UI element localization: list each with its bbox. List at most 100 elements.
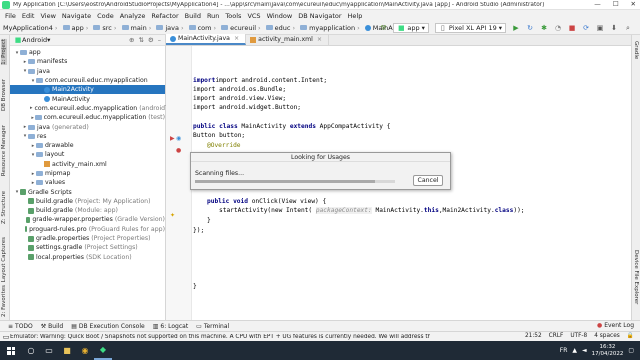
menu-vcs[interactable]: VCS <box>244 12 263 20</box>
breadcrumb-main[interactable]: main › <box>121 24 154 32</box>
gear-icon[interactable]: ⚙ <box>148 36 154 44</box>
cancel-button[interactable]: Cancel <box>413 175 443 186</box>
tree-item[interactable]: ▾ layout <box>10 150 165 159</box>
stop-icon[interactable]: ■ <box>568 24 576 32</box>
tab-activity-main-xml[interactable]: activity_main.xml × <box>246 34 330 45</box>
favorites-tool-button[interactable]: 2: Favorites <box>1 285 7 317</box>
search-icon[interactable]: ○ <box>22 341 40 360</box>
debug-icon[interactable]: ✱ <box>540 24 548 32</box>
tree-item[interactable]: ▸ manifests <box>10 57 165 66</box>
menu-file[interactable]: File <box>2 12 19 20</box>
breadcrumb-project[interactable]: MyApplication4 › <box>3 24 60 32</box>
resource-manager-tool-button[interactable]: Resource Manager <box>1 125 7 176</box>
android-studio-taskbar-icon[interactable]: ◆ <box>94 341 112 360</box>
search-icon[interactable]: ⌕ <box>624 24 632 32</box>
structure-tool-button[interactable]: Z: Structure <box>1 191 7 224</box>
menu-analyze[interactable]: Analyze <box>117 12 149 20</box>
menu-navigate[interactable]: Navigate <box>59 12 94 20</box>
chrome-icon[interactable]: ◉ <box>76 341 94 360</box>
tree-item[interactable]: ▾ com.ecureuil.educ.myapplication <box>10 76 165 85</box>
device-file-explorer-tool-button[interactable]: Device File Explorer <box>633 250 639 304</box>
tree-item[interactable]: ▸ drawable <box>10 141 165 150</box>
menu-code[interactable]: Code <box>94 12 117 20</box>
hide-icon[interactable]: – <box>158 36 161 44</box>
breadcrumb-src[interactable]: src › <box>93 24 118 32</box>
menu-build[interactable]: Build <box>182 12 204 20</box>
task-view-icon[interactable]: ▭ <box>40 341 58 360</box>
target-icon[interactable]: ⊕ <box>129 36 134 44</box>
gradle-tool-button[interactable]: Gradle <box>633 41 639 59</box>
menu-help[interactable]: Help <box>345 12 366 20</box>
apply-changes-icon[interactable]: ↻ <box>526 24 534 32</box>
db-browser-tool-button[interactable]: DB Browser <box>1 79 7 111</box>
tree-item[interactable]: settings.gradle (Project Settings) <box>10 243 165 252</box>
run-config-select[interactable]: ■ app ▾ <box>393 23 429 33</box>
logcat-tool-button[interactable]: ▥ 6: Logcat <box>153 323 188 330</box>
breadcrumb-ecureuil[interactable]: ecureuil › <box>221 24 263 32</box>
status-message[interactable]: Emulator: Warning: Quick Boot / Snapshot… <box>10 334 430 340</box>
sdk-manager-icon[interactable]: ⬇ <box>610 24 618 32</box>
project-view-selector[interactable]: ■ Android ▾ ⊕ ⇅ ⚙ – <box>10 35 165 46</box>
tree-item[interactable]: ▾ java <box>10 67 165 76</box>
file-explorer-icon[interactable]: ■ <box>58 341 76 360</box>
language-indicator[interactable]: FR <box>560 347 568 354</box>
sync-icon[interactable]: ⟳ <box>582 24 590 32</box>
menu-refactor[interactable]: Refactor <box>148 12 181 20</box>
tree-item[interactable]: ▾ res <box>10 132 165 141</box>
menu-tools[interactable]: Tools <box>222 12 244 20</box>
file-encoding[interactable]: UTF-8 <box>570 333 587 339</box>
bulb-gutter-icon[interactable]: ✦ <box>170 212 175 219</box>
caret-position[interactable]: 21:52 <box>525 333 542 339</box>
tree-item[interactable]: build.gradle (Project: My Application) <box>10 197 165 206</box>
close-tab-icon[interactable]: × <box>317 36 322 43</box>
tree-item[interactable]: proguard-rules.pro (ProGuard Rules for ap… <box>10 225 165 234</box>
line-separator[interactable]: CRLF <box>549 333 564 339</box>
clock[interactable]: 16:32 17/04/2022 <box>592 344 624 358</box>
tree-item[interactable]: Main2Activity <box>10 85 165 95</box>
tree-item[interactable]: activity_main.xml <box>10 160 165 169</box>
tree-item[interactable]: ▸ values <box>10 178 165 187</box>
tree-item[interactable]: build.gradle (Module: app) <box>10 206 165 215</box>
layout-captures-tool-button[interactable]: Layout Captures <box>1 237 7 282</box>
indent-setting[interactable]: 4 spaces <box>594 333 620 339</box>
run-icon[interactable]: ▶ <box>512 24 520 32</box>
menu-run[interactable]: Run <box>204 12 222 20</box>
menu-view[interactable]: View <box>37 12 58 20</box>
network-icon[interactable]: ▲ <box>572 347 577 354</box>
breadcrumb-app[interactable]: app › <box>62 24 91 32</box>
tree-item[interactable]: ▸ mipmap <box>10 169 165 178</box>
tree-item[interactable]: local.properties (SDK Location) <box>10 253 165 262</box>
tree-item[interactable]: gradle.properties (Project Properties) <box>10 234 165 243</box>
start-button[interactable] <box>0 341 22 360</box>
tree-item[interactable]: ▾ app <box>10 48 165 57</box>
tree-item[interactable]: gradle-wrapper.properties (Gradle Version… <box>10 215 165 224</box>
menu-db-navigator[interactable]: DB Navigator <box>295 12 344 20</box>
minimize-button[interactable]: — <box>594 0 601 8</box>
tree-item[interactable]: MainActivity <box>10 94 165 103</box>
device-select[interactable]: ▯ Pixel XL API 19 ▾ <box>434 23 506 33</box>
terminal-tool-button[interactable]: ▭ Terminal <box>196 323 229 330</box>
breadcrumb-educ[interactable]: educ › <box>265 24 297 32</box>
tree-item[interactable]: ▸ com.ecureuil.educ.myapplication (test) <box>10 113 165 122</box>
status-toggle-icon[interactable]: ▭ <box>2 333 10 341</box>
hammer-icon[interactable]: ⚒ <box>379 24 387 32</box>
tab-mainactivity-java[interactable]: MainActivity.java × <box>166 34 247 45</box>
event-log-button[interactable]: ● Event Log <box>597 322 634 329</box>
volume-icon[interactable]: ◄ <box>582 347 587 354</box>
close-button[interactable]: ✕ <box>631 0 636 8</box>
todo-tool-button[interactable]: ≡ TODO <box>8 323 33 330</box>
breadcrumb-com[interactable]: com › <box>188 24 219 32</box>
close-tab-icon[interactable]: × <box>234 35 239 42</box>
avd-manager-icon[interactable]: ▣ <box>596 24 604 32</box>
menu-window[interactable]: Window <box>264 12 296 20</box>
lock-icon[interactable]: 🔒 <box>627 333 634 339</box>
breadcrumb-java[interactable]: java › <box>156 24 185 32</box>
collapsed-arrow-icon[interactable]: ▸ <box>30 105 33 111</box>
maximize-button[interactable]: ☐ <box>613 0 619 8</box>
tree-item[interactable]: ▸ com.ecureuil.educ.myapplication (android… <box>10 104 180 113</box>
notifications-icon[interactable]: ▢ <box>628 347 634 354</box>
tree-item[interactable]: ▸ java (generated) <box>10 122 165 131</box>
profile-icon[interactable]: ◔ <box>554 24 562 32</box>
db-execution-console-button[interactable]: ▤ DB Execution Console <box>71 323 144 330</box>
menu-edit[interactable]: Edit <box>19 12 38 20</box>
